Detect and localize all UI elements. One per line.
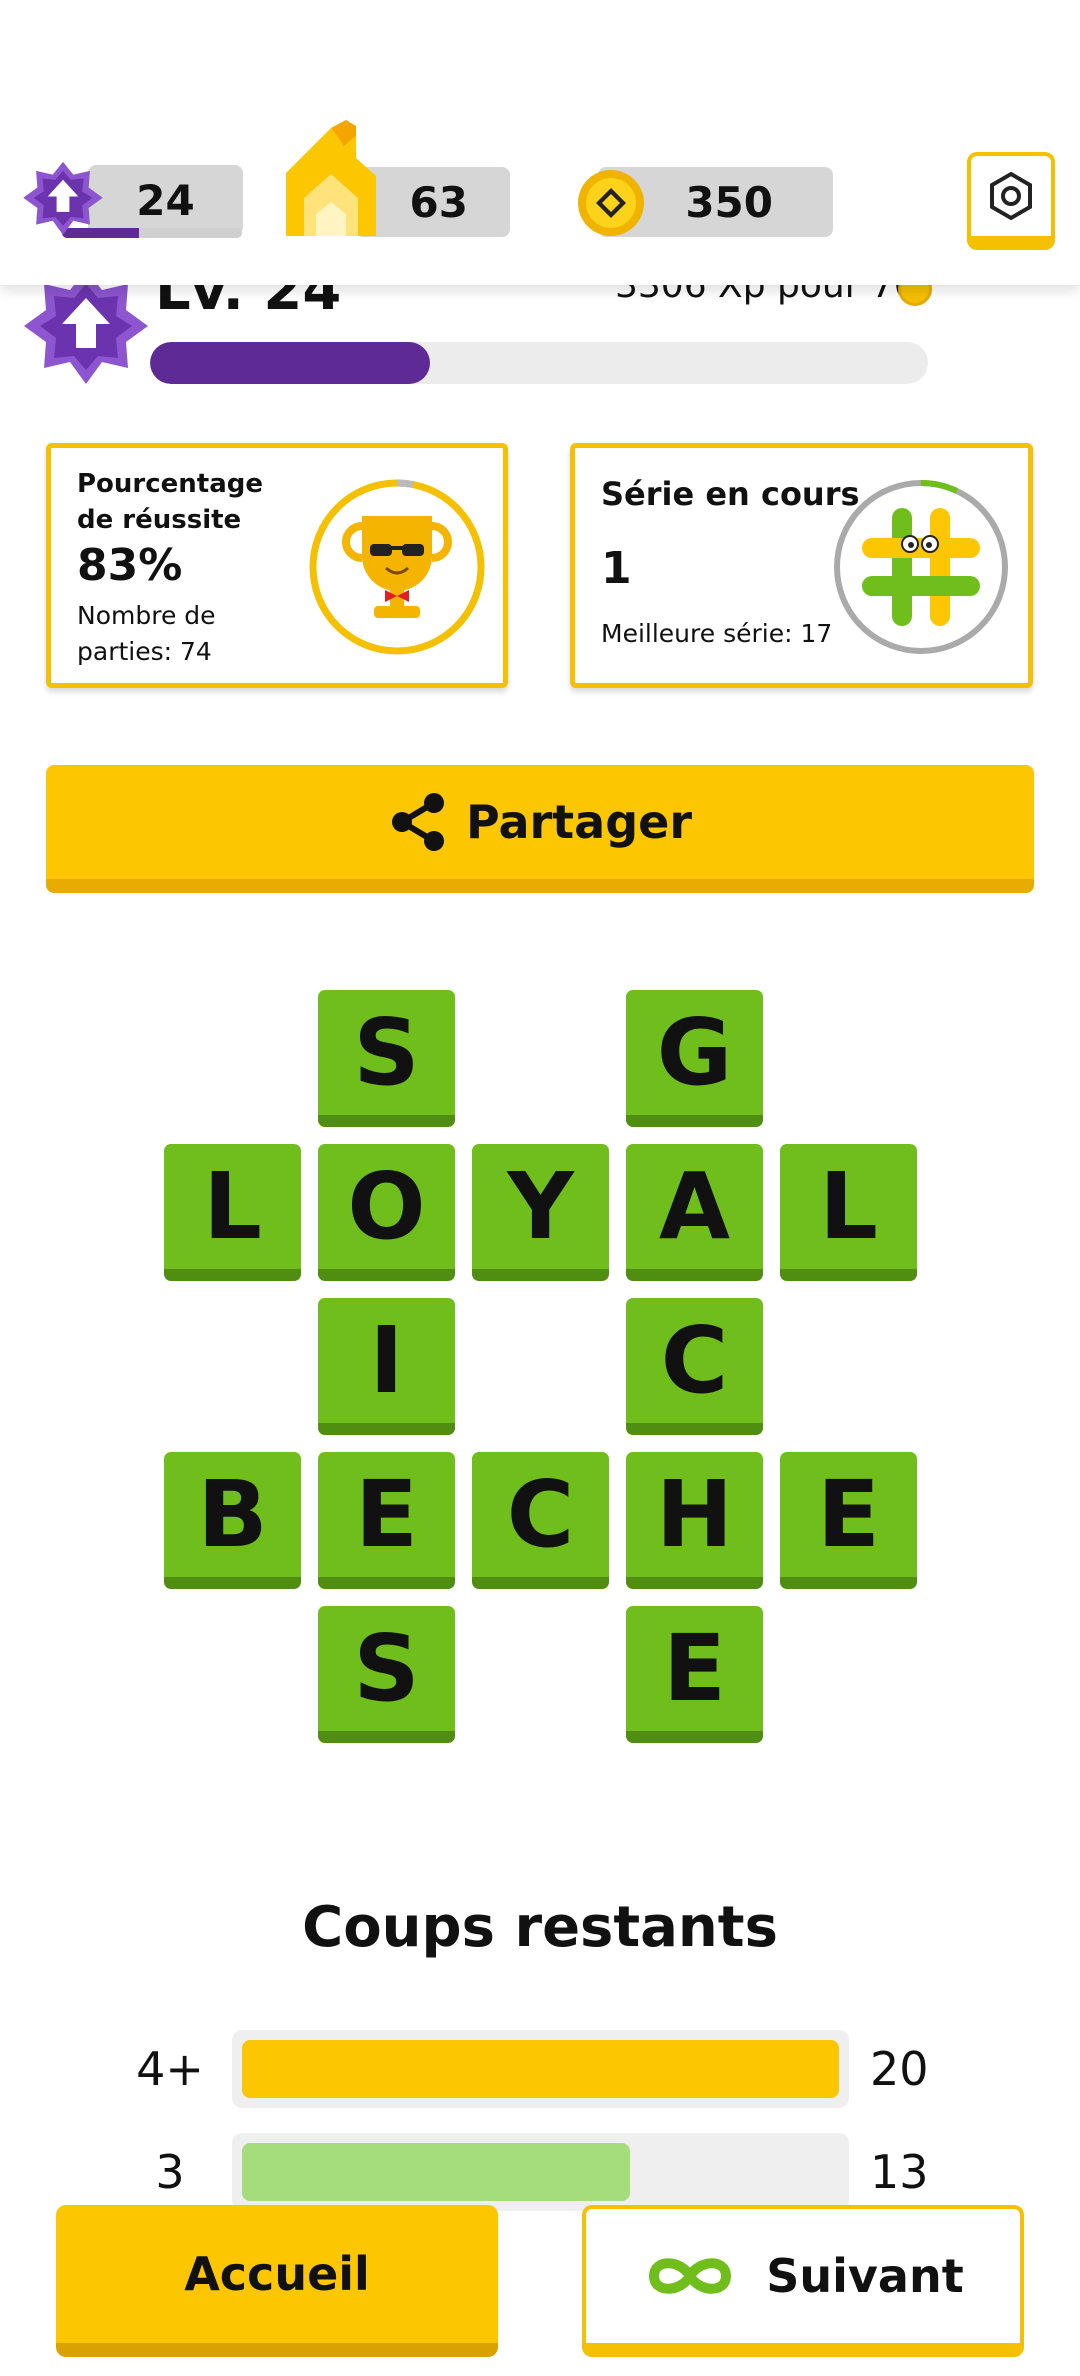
streak-value: 63 xyxy=(409,177,468,227)
letter-tile: B xyxy=(164,1452,301,1589)
current-streak-card: Série en cours 1 Meilleure série: 17 xyxy=(570,443,1033,688)
moves-row-value: 20 xyxy=(870,2042,929,2096)
letter-tile: S xyxy=(318,1606,455,1743)
share-icon xyxy=(391,793,444,851)
level-icon xyxy=(23,161,103,235)
share-button[interactable]: Partager xyxy=(46,765,1034,893)
moves-row-label: 4+ xyxy=(136,2042,204,2096)
level-progress-bar xyxy=(150,342,928,384)
home-button[interactable]: Accueil xyxy=(56,2205,498,2357)
next-button[interactable]: Suivant xyxy=(582,2205,1024,2357)
success-rate-value: 83% xyxy=(77,540,183,591)
letter-tile: Y xyxy=(472,1144,609,1281)
coin-icon xyxy=(578,170,644,236)
level-pill[interactable]: 24 xyxy=(88,165,243,235)
infinity-icon xyxy=(649,2258,732,2294)
level-value: 24 xyxy=(136,175,195,225)
moves-row: 3 13 xyxy=(0,2133,1080,2213)
letter-tile: E xyxy=(780,1452,917,1589)
moves-row-value: 13 xyxy=(870,2145,929,2199)
top-status-bar: 24 63 350 xyxy=(0,0,1080,285)
letter-tile: I xyxy=(318,1298,455,1435)
gear-icon xyxy=(990,171,1032,221)
success-rate-title: Pourcentage de réussite xyxy=(77,469,264,535)
moves-left-title: Coups restants xyxy=(302,1895,778,1960)
success-rate-card: Pourcentage de réussite 83% Nombre de pa… xyxy=(46,443,508,688)
letter-tile: O xyxy=(318,1144,455,1281)
letter-tile: E xyxy=(626,1606,763,1743)
home-label: Accueil xyxy=(184,2247,370,2301)
next-label: Suivant xyxy=(766,2249,964,2303)
letter-tile: C xyxy=(472,1452,609,1589)
coins-value: 350 xyxy=(685,177,773,227)
letter-tile: G xyxy=(626,990,763,1127)
moves-row-track xyxy=(232,2133,849,2211)
level-progress-fill xyxy=(150,342,431,384)
moves-row-bar xyxy=(242,2040,839,2098)
current-streak-value: 1 xyxy=(601,543,632,594)
best-streak-label: Meilleure série: 17 xyxy=(601,619,833,648)
letter-tile: H xyxy=(626,1452,763,1589)
letter-tile: S xyxy=(318,990,455,1127)
letter-tile: L xyxy=(780,1144,917,1281)
games-played-label: Nombre de parties: 74 xyxy=(77,601,216,666)
trophy-icon xyxy=(309,479,485,655)
share-label: Partager xyxy=(465,795,693,849)
letter-tile: L xyxy=(164,1144,301,1281)
current-streak-title: Série en cours xyxy=(601,475,860,513)
flame-icon xyxy=(286,120,376,236)
letter-tile: E xyxy=(318,1452,455,1589)
moves-row-bar xyxy=(242,2143,631,2201)
moves-row: 4+ 20 xyxy=(0,2030,1080,2110)
hashtag-mascot-icon xyxy=(834,479,1008,654)
moves-row-track xyxy=(232,2030,849,2108)
letter-tile: A xyxy=(626,1144,763,1281)
settings-button[interactable] xyxy=(967,152,1055,250)
level-badge-icon xyxy=(24,270,148,384)
moves-row-label: 3 xyxy=(155,2145,185,2199)
letter-tile: C xyxy=(626,1298,763,1435)
